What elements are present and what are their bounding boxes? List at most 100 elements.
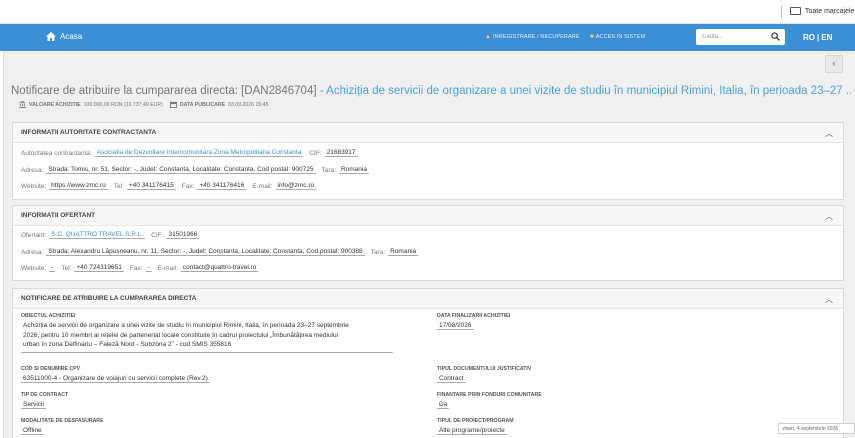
bidder-panel-header[interactable]: INFORMATII OFERTANT ︿ (13, 206, 843, 226)
authority-email-label: E-mail: (252, 182, 273, 190)
authority-cif: 21683917 (324, 149, 358, 157)
home-icon (46, 32, 56, 41)
object-label: OBIECTUL ACHIZITIEI (21, 313, 76, 319)
search-box (696, 29, 785, 45)
search-input[interactable] (696, 29, 766, 45)
object-line-3: urban în zona Delfinariu – Faleză Nord -… (23, 341, 232, 348)
chevron-up-icon[interactable]: ︿ (825, 294, 833, 305)
calendar-icon (169, 101, 177, 108)
chevron-up-icon[interactable]: ︿ (825, 211, 833, 222)
doc-type-value: Contract (437, 375, 466, 383)
eu-funds-value: Da (437, 401, 450, 409)
title-separator: - (316, 85, 327, 97)
left-edge-strip (0, 51, 4, 438)
authority-email[interactable]: info@zmc.ro (275, 182, 317, 190)
date-text: 03.09.2026 15:45 (228, 101, 269, 108)
authority-address-row: Adresa: Strada: Tomis, nr. 51, Sector: -… (21, 166, 369, 174)
award-panel: NOTIFICARE DE ATRIBUIRE LA CUMPARAREA DI… (12, 288, 844, 438)
award-panel-header[interactable]: NOTIFICARE DE ATRIBUIRE LA CUMPARAREA DI… (13, 289, 843, 309)
page-title: Notificare de atribuire la cumpararea di… (11, 85, 851, 97)
bidder-cif-label: CIF: (151, 231, 164, 239)
object-value: Achiziția de servicii de organizare a un… (21, 321, 393, 353)
language-switcher: RO | EN (803, 33, 832, 42)
access-link[interactable]: ■ ACCES IN SISTEM (590, 34, 645, 40)
finalize-date: 17/08/2026 (437, 322, 474, 330)
bidder-address: Strada: Alexandru Lăpușneanu, nr. 11, Se… (46, 248, 365, 256)
bidder-address-row: Adresa: Strada: Alexandru Lăpușneanu, nr… (21, 248, 419, 256)
finalize-date-label: DATA FINALIZARII ACHIZITIEI (437, 313, 511, 319)
authority-section-title: INFORMATII AUTORITATE CONTRACTANTA (21, 129, 157, 136)
bookmarks-separator (781, 6, 782, 18)
home-label: Acasa (60, 32, 83, 41)
bidder-country: Romania (388, 248, 419, 256)
bank-icon (19, 101, 26, 108)
authority-panel: INFORMATII AUTORITATE CONTRACTANTA ︿ Aut… (12, 122, 844, 200)
bidder-panel: INFORMATII OFERTANT ︿ Ofertant: S.C. QUA… (12, 205, 844, 281)
access-label: ACCES IN SISTEM (595, 34, 646, 40)
lang-separator: | (817, 33, 820, 42)
authority-fax: +40 341176416 (197, 182, 247, 190)
award-section-title: NOTIFICARE DE ATRIBUIRE LA CUMPARAREA DI… (21, 295, 197, 302)
cpv-label: COD SI DENUMIRE CPV (21, 366, 81, 372)
lang-ro-link[interactable]: RO (803, 33, 815, 42)
contract-type-label: TIP DE CONTRACT (21, 392, 69, 398)
doc-type-label: TIPUL DOCUMENTULUI JUSTIFICATIV (437, 366, 532, 372)
authority-name-link[interactable]: Asociatia de Dezvoltare Intercomunitara … (94, 149, 304, 157)
title-subject: Achiziția de servicii de organizare a un… (326, 85, 851, 97)
bidder-contact-row: Website: - Tel: +40 724319651 Fax: - E-m… (21, 264, 259, 272)
chevron-up-icon[interactable]: ︿ (825, 128, 833, 139)
back-button[interactable]: ‹ (825, 55, 843, 73)
authority-label: Autoritatea contractanta: (21, 149, 92, 157)
bidder-label: Ofertant: (21, 231, 47, 239)
mode-value: Offline (21, 427, 44, 435)
bidder-country-label: Tara: (370, 248, 386, 256)
object-line-1: Achiziția de servicii de organizare a un… (23, 322, 349, 329)
authority-contact-row: Website: https://www.zmc.ro Tel: +40 341… (21, 182, 317, 190)
bidder-email-label: E-mail: (157, 264, 178, 272)
bidder-fax: - (145, 264, 152, 272)
authority-panel-header[interactable]: INFORMATII AUTORITATE CONTRACTANTA ︿ (13, 123, 843, 143)
date-label: DATA PUBLICARE (179, 101, 226, 108)
lock-icon: ■ (590, 34, 594, 40)
value-text: 100.000,00 RON (19.737,49 EUR) (83, 101, 163, 108)
authority-website-label: Website: (21, 182, 47, 190)
title-prefix: Notificare de atribuire la cumpararea di… (11, 85, 317, 97)
authority-address: Strada: Tomis, nr. 51, Sector: -, Judet:… (46, 166, 316, 174)
cpv-value: 63511000-4 - Organizare de voiajuri cu s… (21, 375, 210, 383)
system-date-badge: vineri, 4 septembrie 2026 (778, 423, 855, 434)
top-navbar: Acasa ▲ INREGISTRARE / RECUPERARE ■ ACCE… (0, 24, 855, 51)
program-value: Alte programe/proiecte (437, 427, 507, 435)
bidder-website: - (49, 264, 56, 272)
bidder-cif: 31501966 (166, 231, 200, 239)
all-bookmarks-label: Toate marcajele (805, 7, 855, 15)
warning-icon: ▲ (485, 34, 492, 40)
register-link[interactable]: ▲ INREGISTRARE / RECUPERARE (485, 34, 580, 40)
bidder-website-label: Website: (21, 264, 47, 272)
authority-country: Romania (338, 166, 369, 174)
bidder-fax-label: Fax: (129, 264, 143, 272)
home-link[interactable]: Acasa (46, 32, 82, 41)
authority-fax-label: Fax: (181, 182, 195, 190)
authority-tel-label: Tel: (113, 182, 124, 190)
authority-country-label: Tara: (321, 166, 336, 174)
search-icon[interactable] (771, 32, 780, 41)
all-bookmarks-folder[interactable]: Toate marcajele (790, 7, 854, 15)
bidder-email[interactable]: contact@quattro-travel.ro (180, 264, 259, 272)
contract-type-value: Servicii (21, 401, 46, 409)
bidder-name-link[interactable]: S.C. QUATTRO TRAVEL S.R.L. (49, 231, 146, 239)
authority-row: Autoritatea contractanta: Asociatia de D… (21, 149, 358, 157)
eu-funds-label: FINANTARE PRIN FONDURI COMUNITARE (437, 392, 542, 398)
authority-website[interactable]: https://www.zmc.ro (49, 182, 108, 190)
authority-address-label: Adresa: (21, 166, 44, 174)
mode-label: MODALITATE DE DESFASURARE (21, 418, 104, 424)
bidder-address-label: Adresa: (21, 248, 44, 256)
authority-cif-label: CIF: (309, 149, 322, 157)
authority-tel: +40 341176415 (126, 182, 176, 190)
bidder-tel-label: Tel: (61, 264, 72, 272)
folder-icon (790, 7, 801, 15)
bidder-tel: +40 724319651 (74, 264, 124, 272)
register-label: INREGISTRARE / RECUPERARE (493, 34, 580, 40)
bookmarks-bar: Toate marcajele (0, 0, 855, 24)
lang-en-link[interactable]: EN (821, 33, 832, 42)
chevron-left-icon: ‹ (832, 58, 836, 68)
